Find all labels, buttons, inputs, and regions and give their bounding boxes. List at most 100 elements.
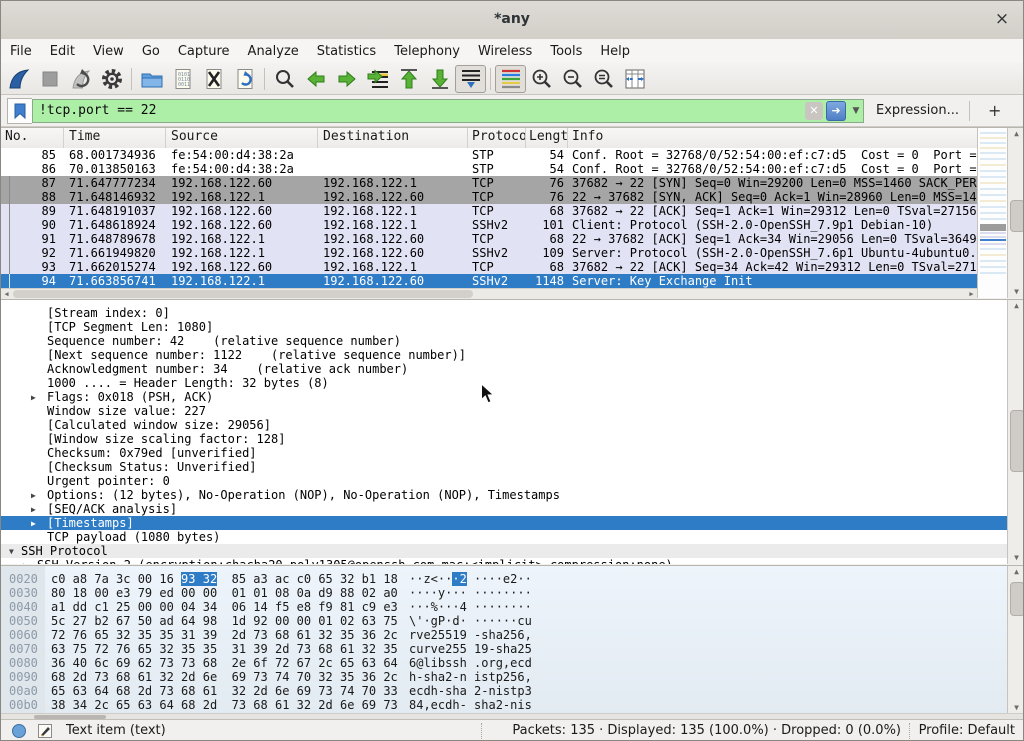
go-first-button[interactable] (393, 65, 424, 93)
bytes-vertical-scrollbar[interactable]: ▲ ▼ (1007, 566, 1023, 714)
expression-button[interactable]: Expression... (876, 103, 959, 118)
packet-row-88[interactable]: 8871.648146932192.168.122.1192.168.122.6… (1, 190, 977, 204)
detail-row-12[interactable]: Urgent pointer: 0 (1, 474, 1023, 488)
close-window-button[interactable]: × (991, 9, 1013, 31)
expand-arrow-icon[interactable]: ▶ (31, 517, 36, 530)
hex-row-0070[interactable]: 007063 75 72 76 65 32 35 35 31 39 2d 73 … (1, 642, 1023, 656)
column-header-info[interactable]: Info (568, 128, 977, 148)
packet-list-vertical-scrollbar[interactable]: ▲ ▼ (1007, 128, 1024, 298)
clear-filter-button[interactable]: ✕ (805, 102, 823, 120)
hex-ascii[interactable]: ecdh-sha 2-nistp3 (409, 684, 532, 698)
find-packet-button[interactable] (269, 65, 300, 93)
detail-row-6[interactable]: ▶Flags: 0x018 (PSH, ACK) (1, 390, 1023, 404)
reload-file-button[interactable] (229, 65, 260, 93)
hex-bytes[interactable]: c0 a8 7a 3c 00 16 93 32 85 a3 ac c0 65 3… (51, 572, 398, 586)
hex-ascii[interactable]: h-sha2-n istp256, (409, 670, 532, 684)
detail-row-4[interactable]: Acknowledgment number: 34 (relative ack … (1, 362, 1023, 376)
hex-ascii[interactable]: curve255 19-sha25 (409, 642, 532, 656)
detail-row-9[interactable]: [Window size scaling factor: 128] (1, 432, 1023, 446)
capture-options-button[interactable] (96, 65, 127, 93)
detail-row-10[interactable]: Checksum: 0x79ed [unverified] (1, 446, 1023, 460)
colorize-packets-button[interactable] (495, 65, 526, 93)
detail-row-2[interactable]: Sequence number: 42 (relative sequence n… (1, 334, 1023, 348)
scroll-right-arrow-icon[interactable]: ▶ (966, 289, 977, 299)
detail-row-3[interactable]: [Next sequence number: 1122 (relative se… (1, 348, 1023, 362)
hex-row-00a0[interactable]: 00a065 63 64 68 2d 73 68 61 32 2d 6e 69 … (1, 684, 1023, 698)
go-last-button[interactable] (424, 65, 455, 93)
display-filter-input[interactable]: !tcp.port == 22 ✕ ➜ ▼ (32, 99, 864, 123)
expand-arrow-icon[interactable]: ▶ (31, 391, 36, 404)
go-back-button[interactable] (300, 65, 331, 93)
detail-row-7[interactable]: Window size value: 227 (1, 404, 1023, 418)
scroll-down-arrow-icon[interactable]: ▼ (1008, 286, 1024, 298)
menu-item-help[interactable]: Help (591, 41, 639, 62)
restart-capture-button[interactable] (65, 65, 96, 93)
menu-item-file[interactable]: File (1, 41, 41, 62)
close-file-button[interactable] (198, 65, 229, 93)
expand-arrow-icon[interactable]: ▶ (31, 503, 36, 516)
scroll-up-arrow-icon[interactable]: ▲ (1008, 566, 1023, 578)
hex-ascii[interactable]: 6@libssh .org,ecd (409, 656, 532, 670)
hex-ascii[interactable]: rve25519 -sha256, (409, 628, 532, 642)
vertical-scroll-thumb[interactable] (1010, 582, 1023, 616)
menu-item-view[interactable]: View (84, 41, 133, 62)
collapse-arrow-icon[interactable]: ▼ (9, 545, 14, 558)
hex-bytes[interactable]: 72 76 65 32 35 35 31 39 2d 73 68 61 32 3… (51, 628, 398, 642)
menu-item-analyze[interactable]: Analyze (239, 41, 308, 62)
vertical-scroll-thumb[interactable] (1010, 200, 1024, 232)
expand-arrow-icon[interactable]: ▶ (31, 489, 36, 502)
hex-bytes[interactable]: a1 dd c1 25 00 00 04 34 06 14 f5 e8 f9 8… (51, 600, 398, 614)
hex-bytes[interactable]: 5c 27 b2 67 50 ad 64 98 1d 92 00 00 01 0… (51, 614, 398, 628)
add-filter-button[interactable]: + (980, 101, 1009, 120)
detail-row-8[interactable]: [Calculated window size: 29056] (1, 418, 1023, 432)
stop-capture-button[interactable] (34, 65, 65, 93)
column-header-no[interactable]: No. (1, 128, 64, 148)
hex-row-0020[interactable]: 0020c0 a8 7a 3c 00 16 93 32 85 a3 ac c0 … (1, 572, 1023, 586)
capture-comment-button[interactable] (37, 723, 53, 741)
detail-row-16[interactable]: TCP payload (1080 bytes) (1, 530, 1023, 544)
detail-row-13[interactable]: ▶Options: (12 bytes), No-Operation (NOP)… (1, 488, 1023, 502)
packet-row-93[interactable]: 9371.662015274192.168.122.60192.168.122.… (1, 260, 977, 274)
packet-list-horizontal-scrollbar[interactable]: ◀ ▶ (1, 288, 977, 299)
hex-ascii[interactable]: 84,ecdh- sha2-nis (409, 698, 532, 712)
column-header-length[interactable]: Length (526, 128, 568, 148)
zoom-reset-button[interactable] (588, 65, 619, 93)
detail-row-15[interactable]: ▶[Timestamps] (1, 516, 1023, 530)
hex-row-0080[interactable]: 008036 40 6c 69 62 73 73 68 2e 6f 72 67 … (1, 656, 1023, 670)
hex-ascii[interactable]: \'·gP·d· ······cu (409, 614, 532, 628)
auto-scroll-button[interactable] (455, 65, 486, 93)
hex-row-0040[interactable]: 0040a1 dd c1 25 00 00 04 34 06 14 f5 e8 … (1, 600, 1023, 614)
hex-row-0090[interactable]: 009068 2d 73 68 61 32 2d 6e 69 73 74 70 … (1, 670, 1023, 684)
title-bar[interactable]: *any × (1, 1, 1023, 40)
detail-row-0[interactable]: [Stream index: 0] (1, 306, 1023, 320)
expert-info-button[interactable] (11, 723, 27, 741)
go-to-packet-button[interactable] (362, 65, 393, 93)
hex-bytes[interactable]: 65 63 64 68 2d 73 68 61 32 2d 6e 69 73 7… (51, 684, 398, 698)
detail-row-17[interactable]: ▼SSH Protocol (1, 544, 1023, 558)
detail-row-11[interactable]: [Checksum Status: Unverified] (1, 460, 1023, 474)
details-vertical-scrollbar[interactable]: ▲ ▼ (1007, 300, 1023, 564)
packet-row-92[interactable]: 9271.661949820192.168.122.1192.168.122.6… (1, 246, 977, 260)
hex-ascii[interactable]: ···%···4 ········ (409, 600, 532, 614)
display-filter-value[interactable]: !tcp.port == 22 (33, 103, 805, 118)
packet-minimap[interactable] (977, 128, 1008, 298)
detail-row-18[interactable]: ▶SSH Version 2 (encryption:chacha20-poly… (1, 558, 1023, 564)
filter-history-dropdown[interactable]: ▼ (849, 106, 863, 116)
menu-item-statistics[interactable]: Statistics (308, 41, 385, 62)
menu-item-edit[interactable]: Edit (41, 41, 84, 62)
menu-item-tools[interactable]: Tools (541, 41, 591, 62)
go-forward-button[interactable] (331, 65, 362, 93)
column-header-time[interactable]: Time (64, 128, 166, 148)
scroll-left-arrow-icon[interactable]: ◀ (1, 289, 12, 299)
horizontal-scroll-thumb[interactable] (13, 290, 473, 298)
hex-ascii[interactable]: ··z<···2 ····e2·· (409, 572, 532, 586)
column-header-destination[interactable]: Destination (318, 128, 468, 148)
hex-bytes[interactable]: 36 40 6c 69 62 73 73 68 2e 6f 72 67 2c 6… (51, 656, 398, 670)
hex-bytes[interactable]: 68 2d 73 68 61 32 2d 6e 69 73 74 70 32 3… (51, 670, 398, 684)
scroll-up-arrow-icon[interactable]: ▲ (1008, 300, 1023, 312)
scroll-down-arrow-icon[interactable]: ▼ (1008, 552, 1023, 564)
packet-row-87[interactable]: 8771.647777234192.168.122.60192.168.122.… (1, 176, 977, 190)
zoom-out-button[interactable] (557, 65, 588, 93)
column-header-source[interactable]: Source (166, 128, 318, 148)
packet-row-86[interactable]: 8670.013850163fe:54:00:d4:38:2aSTP54Conf… (1, 162, 977, 176)
